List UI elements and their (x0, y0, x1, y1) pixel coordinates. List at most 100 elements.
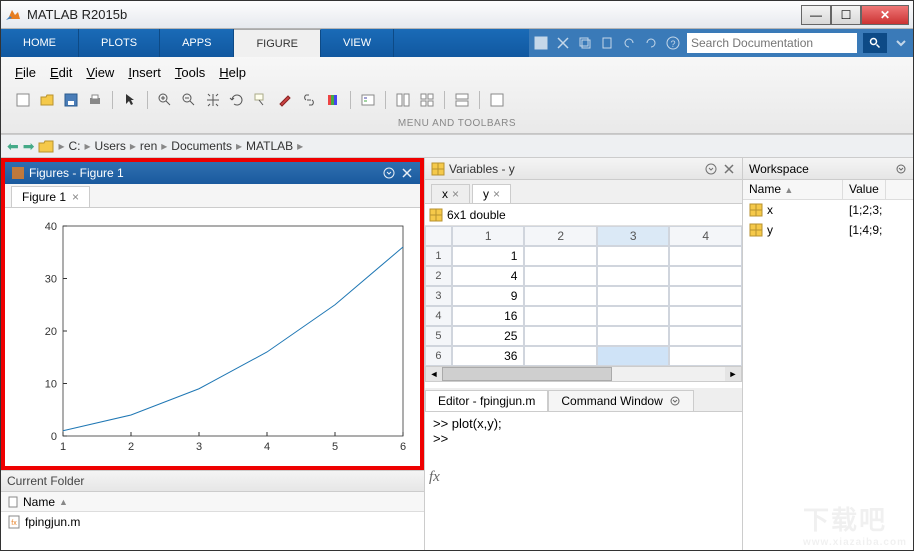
window-title: MATLAB R2015b (27, 7, 801, 22)
file-row[interactable]: fx fpingjun.m (1, 512, 424, 532)
tab-apps[interactable]: APPS (160, 29, 234, 57)
var-tab-y[interactable]: y× (472, 184, 511, 203)
tab-plots[interactable]: PLOTS (79, 29, 160, 57)
insert-legend-icon[interactable] (358, 90, 378, 110)
workspace-table: Name ▲ Value x [1;2;3; y [1;4;9; (743, 180, 913, 240)
col-1[interactable]: 1 (452, 226, 525, 246)
close-panel-icon[interactable] (400, 166, 414, 180)
command-window-body[interactable]: >> plot(x,y); >> (425, 412, 742, 550)
crumb-users[interactable]: Users (95, 139, 126, 153)
menu-tools[interactable]: Tools (175, 65, 205, 80)
print-icon[interactable] (85, 90, 105, 110)
help-icon[interactable]: ? (665, 35, 681, 51)
layout-2x1-icon[interactable] (393, 90, 413, 110)
address-bar: ⬅ ➡ ▸ C:▸ Users▸ ren▸ Documents▸ MATLAB▸ (1, 134, 913, 158)
section-label: MENU AND TOOLBARS (11, 116, 903, 133)
tab-figure[interactable]: FIGURE (234, 29, 321, 57)
cut-icon[interactable] (555, 35, 571, 51)
scroll-left-icon[interactable]: ◄ (426, 367, 442, 381)
menu-view[interactable]: View (86, 65, 114, 80)
tab-home[interactable]: HOME (1, 29, 79, 57)
save-icon[interactable] (533, 35, 549, 51)
workspace-columns[interactable]: Name ▲ Value (743, 180, 913, 200)
scroll-right-icon[interactable]: ► (725, 367, 741, 381)
actions-menu-icon[interactable] (895, 163, 907, 175)
var-tab-x[interactable]: x× (431, 184, 470, 203)
open-icon[interactable] (37, 90, 57, 110)
minimize-button[interactable]: — (801, 5, 831, 25)
crumb-matlab[interactable]: MATLAB (246, 139, 293, 153)
col-3[interactable]: 3 (597, 226, 670, 246)
main-area: Figures - Figure 1 Figure 1 × 0102030401… (1, 158, 913, 550)
editor-tabs: Editor - fpingjun.m Command Window (425, 388, 742, 412)
cf-column-header[interactable]: Name ▲ (1, 492, 424, 512)
search-icon (869, 37, 881, 49)
chevron-down-icon[interactable] (893, 35, 909, 51)
copy-icon[interactable] (577, 35, 593, 51)
zoom-out-icon[interactable] (179, 90, 199, 110)
col-4[interactable]: 4 (669, 226, 742, 246)
current-folder-list: Name ▲ fx fpingjun.m (1, 492, 424, 550)
save-icon[interactable] (61, 90, 81, 110)
horizontal-scrollbar[interactable]: ◄ ► (425, 366, 742, 382)
svg-text:5: 5 (332, 441, 338, 453)
tab-command-window[interactable]: Command Window (548, 390, 693, 411)
sort-icon: ▲ (59, 497, 68, 507)
close-tab-icon[interactable]: × (493, 187, 500, 201)
pan-icon[interactable] (203, 90, 223, 110)
variable-tabs: x× y× (425, 180, 742, 204)
menu-edit[interactable]: Edit (50, 65, 72, 80)
svg-text:fx: fx (11, 520, 17, 527)
cf-col-name: Name (23, 495, 55, 509)
tile-icon[interactable] (452, 90, 472, 110)
redo-icon[interactable] (643, 35, 659, 51)
variable-type: 6x1 double (447, 208, 506, 222)
dock-icon[interactable] (487, 90, 507, 110)
forward-icon[interactable]: ➡ (23, 138, 35, 155)
close-button[interactable]: ✕ (861, 5, 909, 25)
menu-help[interactable]: Help (219, 65, 246, 80)
scroll-thumb[interactable] (442, 367, 612, 381)
search-button[interactable] (863, 33, 887, 53)
tab-view[interactable]: VIEW (321, 29, 394, 57)
new-figure-icon[interactable] (13, 90, 33, 110)
actions-menu-icon[interactable] (382, 166, 396, 180)
colorbar-icon[interactable] (323, 90, 343, 110)
rotate-icon[interactable] (227, 90, 247, 110)
maximize-button[interactable]: ☐ (831, 5, 861, 25)
crumb-ren[interactable]: ren (140, 139, 157, 153)
svg-text:1: 1 (60, 441, 66, 453)
workspace-row[interactable]: y [1;4;9; (743, 220, 913, 240)
figure-tab-1[interactable]: Figure 1 × (11, 186, 90, 207)
actions-menu-icon[interactable] (669, 395, 681, 407)
close-tab-icon[interactable]: × (452, 187, 459, 201)
paste-icon[interactable] (599, 35, 615, 51)
back-icon[interactable]: ⬅ (7, 138, 19, 155)
crumb-c[interactable]: C: (69, 139, 81, 153)
undo-icon[interactable] (621, 35, 637, 51)
zoom-in-icon[interactable] (155, 90, 175, 110)
close-tab-icon[interactable]: × (72, 190, 79, 204)
fx-prompt-icon[interactable]: fx (429, 469, 440, 486)
crumb-documents[interactable]: Documents (171, 139, 232, 153)
menu-file[interactable]: File (15, 65, 36, 80)
menu-insert[interactable]: Insert (128, 65, 161, 80)
pointer-icon[interactable] (120, 90, 140, 110)
col-2[interactable]: 2 (524, 226, 597, 246)
actions-menu-icon[interactable] (704, 162, 718, 176)
tab-editor[interactable]: Editor - fpingjun.m (425, 390, 548, 411)
link-icon[interactable] (299, 90, 319, 110)
figure-tab-label: Figure 1 (22, 190, 66, 204)
brush-icon[interactable] (275, 90, 295, 110)
search-input[interactable] (687, 33, 857, 53)
layout-2x2-icon[interactable] (417, 90, 437, 110)
workspace-row[interactable]: x [1;2;3; (743, 200, 913, 220)
datacursor-icon[interactable] (251, 90, 271, 110)
toolstrip: HOME PLOTS APPS FIGURE VIEW ? (1, 29, 913, 57)
command-prompt: >> (433, 431, 734, 446)
figure-toolbar (11, 82, 903, 116)
current-folder-title: Current Folder (7, 474, 84, 488)
variable-grid[interactable]: 1 2 3 4 11 24 39 416 525 636 (425, 226, 742, 366)
plot-area[interactable]: 010203040123456 (5, 208, 420, 466)
close-panel-icon[interactable] (722, 162, 736, 176)
